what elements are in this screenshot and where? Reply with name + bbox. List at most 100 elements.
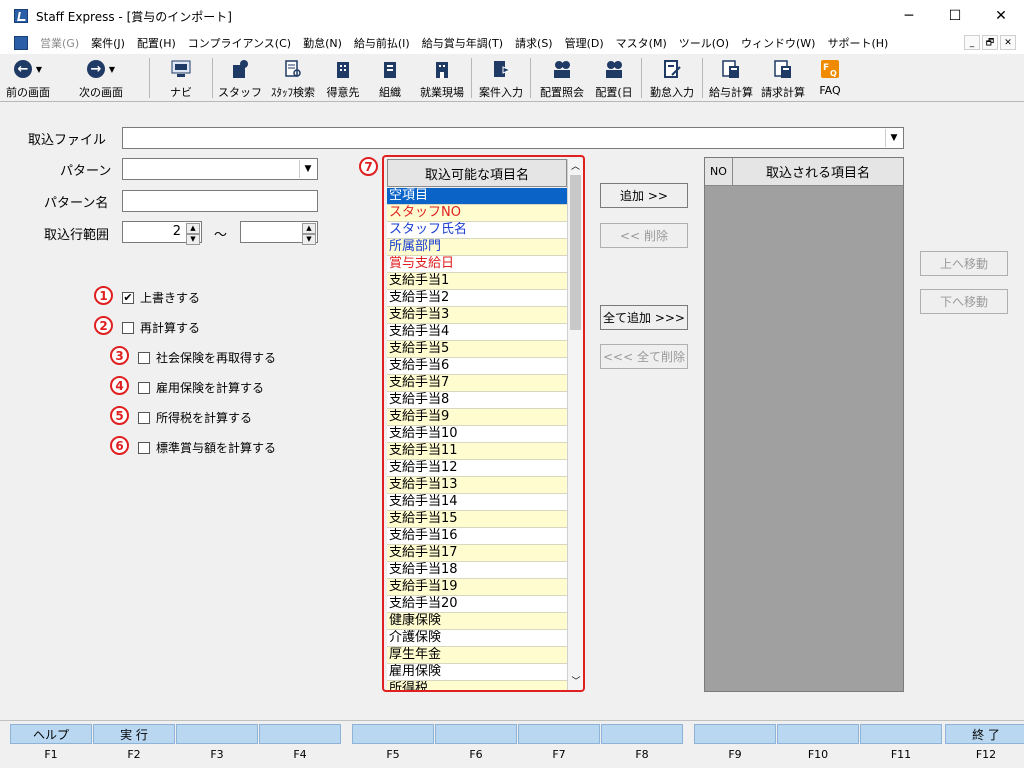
toolbar-button-faq[interactable]: FQ FAQ [810,54,850,100]
add-all-button[interactable]: 全て追加 >>> [600,305,688,330]
overwrite-checkbox[interactable]: ✔ [122,291,134,304]
toolbar-button-customer[interactable]: 得意先 [322,54,364,100]
available-item[interactable]: 支給手当6 [387,358,567,375]
toolbar-button-back[interactable]: ← ▼ 前の画面 [0,54,56,100]
mdi-minimize-button[interactable]: _ [964,35,980,50]
toolbar-button-assignment-inquiry[interactable]: 配置照会 [534,54,590,100]
move-up-button[interactable]: 上へ移動 [920,251,1008,276]
menu-item[interactable]: マスタ(M) [610,35,673,51]
available-item[interactable]: 支給手当5 [387,341,567,358]
menu-item[interactable]: コンプライアンス(C) [182,35,297,51]
available-item[interactable]: 支給手当16 [387,528,567,545]
income-tax-checkbox[interactable] [138,411,150,424]
chevron-down-icon[interactable]: ▼ [299,160,316,178]
add-button[interactable]: 追加 >> [600,183,688,208]
available-item[interactable]: 支給手当17 [387,545,567,562]
available-item[interactable]: 厚生年金 [387,647,567,664]
remove-all-button[interactable]: <<< 全て削除 [600,344,688,369]
available-item[interactable]: 支給手当3 [387,307,567,324]
toolbar-button-forward[interactable]: → ▼ 次の画面 [56,54,146,100]
menu-item[interactable]: サポート(H) [821,35,894,51]
spinner[interactable]: ▲ ▼ [302,223,316,245]
income-tax-option[interactable]: 所得税を計算する [138,409,252,426]
scroll-up-icon[interactable]: ︿ [568,159,583,175]
chevron-down-icon[interactable]: ▼ [885,129,902,147]
available-item[interactable]: 支給手当12 [387,460,567,477]
function-key-f7[interactable]: F7 [518,724,600,766]
available-item[interactable]: 支給手当4 [387,324,567,341]
available-item[interactable]: スタッフ氏名 [387,222,567,239]
menu-item[interactable]: 給与前払(I) [348,35,416,51]
spinner[interactable]: ▲ ▼ [186,223,200,245]
function-key-f5[interactable]: F5 [352,724,434,766]
available-item[interactable]: スタッフNO [387,205,567,222]
available-item[interactable]: 所属部門 [387,239,567,256]
pattern-name-input[interactable] [122,190,318,212]
standard-bonus-checkbox[interactable] [138,441,150,454]
available-item[interactable]: 支給手当11 [387,443,567,460]
overwrite-option[interactable]: ✔ 上書きする [122,289,200,306]
function-key-f2[interactable]: 実 行 F2 [93,724,175,766]
function-key-f3[interactable]: F3 [176,724,258,766]
toolbar-button-staff[interactable]: スタッフ [216,54,264,100]
menu-item[interactable]: 給与賞与年調(T) [416,35,509,51]
maximize-button[interactable]: ☐ [932,0,978,32]
recalculate-checkbox[interactable] [122,321,134,334]
function-key-f10[interactable]: F10 [777,724,859,766]
toolbar-button-assignment-daily[interactable]: 配置(日 [590,54,638,100]
available-item[interactable]: 雇用保険 [387,664,567,681]
close-button[interactable]: ✕ [978,0,1024,32]
standard-bonus-option[interactable]: 標準賞与額を計算する [138,439,276,456]
minimize-button[interactable]: ─ [886,0,932,32]
toolbar-button-staff-search[interactable]: ｽﾀｯﾌ検索 [264,54,322,100]
menu-item[interactable]: 案件(J) [85,35,131,51]
range-from-input[interactable]: 2 ▲ ▼ [122,221,202,245]
available-item[interactable]: 支給手当15 [387,511,567,528]
social-insurance-option[interactable]: 社会保険を再取得する [138,349,276,366]
mdi-restore-button[interactable]: 🗗 [982,35,998,50]
menu-item[interactable]: 請求(S) [509,35,559,51]
available-item[interactable]: 所得税 [387,681,567,690]
function-key-f1[interactable]: ヘルプ F1 [10,724,92,766]
menu-item[interactable]: ウィンドウ(W) [735,35,821,51]
range-to-input[interactable]: ▲ ▼ [240,221,318,245]
available-item[interactable]: 支給手当9 [387,409,567,426]
function-key-f6[interactable]: F6 [435,724,517,766]
available-item[interactable]: 支給手当18 [387,562,567,579]
available-item[interactable]: 支給手当10 [387,426,567,443]
menu-item[interactable]: 勤怠(N) [297,35,348,51]
menu-item[interactable]: ツール(O) [673,35,735,51]
available-item[interactable]: 健康保険 [387,613,567,630]
toolbar-button-payroll-calc[interactable]: 給与計算 [706,54,756,100]
employment-insurance-checkbox[interactable] [138,381,150,394]
toolbar-button-navi[interactable]: ナビ [153,54,209,100]
available-item[interactable]: 支給手当2 [387,290,567,307]
available-item[interactable]: 空項目 [387,188,567,205]
available-item[interactable]: 介護保険 [387,630,567,647]
toolbar-button-billing-calc[interactable]: 請求計算 [756,54,810,100]
pattern-combo[interactable]: ▼ [122,158,318,180]
available-item[interactable]: 支給手当20 [387,596,567,613]
available-item[interactable]: 賞与支給日 [387,256,567,273]
menu-item[interactable]: 営業(G) [34,35,85,51]
move-down-button[interactable]: 下へ移動 [920,289,1008,314]
function-key-f9[interactable]: F9 [694,724,776,766]
import-file-combo[interactable]: ▼ [122,127,904,149]
remove-button[interactable]: << 削除 [600,223,688,248]
function-key-f11[interactable]: F11 [860,724,942,766]
available-item[interactable]: 支給手当8 [387,392,567,409]
menu-item[interactable]: 管理(D) [559,35,610,51]
available-item[interactable]: 支給手当1 [387,273,567,290]
available-items-list[interactable]: 空項目 スタッフNO スタッフ氏名 所属部門 賞与支給日 支給手当1 支給手当2 支給手当3 支… [387,188,567,690]
social-insurance-checkbox[interactable] [138,351,150,364]
scrollbar-thumb[interactable] [570,175,581,330]
toolbar-button-attendance-entry[interactable]: 勤怠入力 [645,54,699,100]
function-key-f8[interactable]: F8 [601,724,683,766]
mdi-close-button[interactable]: ✕ [1000,35,1016,50]
scroll-down-icon[interactable]: ﹀ [568,674,583,690]
available-items-scrollbar[interactable]: ︿ ﹀ [567,159,583,690]
available-item[interactable]: 支給手当13 [387,477,567,494]
employment-insurance-option[interactable]: 雇用保険を計算する [138,379,264,396]
available-item[interactable]: 支給手当19 [387,579,567,596]
function-key-f4[interactable]: F4 [259,724,341,766]
